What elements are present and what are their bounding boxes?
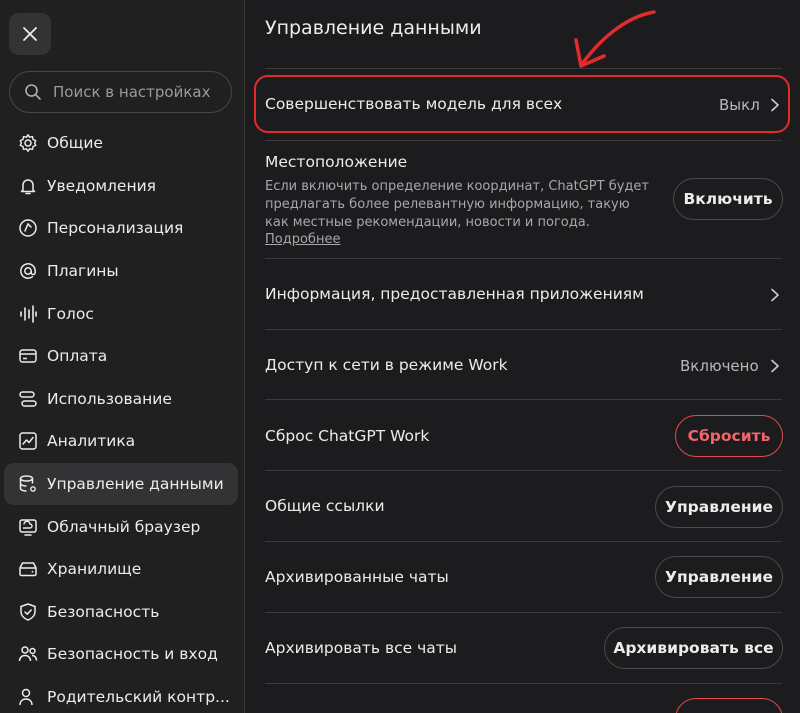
- reset-work-label: Сброс ChatGPT Work: [265, 427, 430, 445]
- learn-more-link[interactable]: Подробнее: [265, 232, 340, 247]
- sidebar-item-security-login[interactable]: Безопасность и вход: [4, 633, 238, 676]
- close-button[interactable]: [9, 13, 51, 55]
- settings-nav: Общие Уведомления Персонализация Плагины…: [4, 122, 238, 713]
- next-row-danger-button[interactable]: [675, 698, 783, 713]
- gear-icon: [18, 133, 38, 153]
- search-icon: [25, 84, 41, 100]
- usage-icon: [18, 389, 38, 409]
- sidebar-item-cloud-browser[interactable]: Облачный браузер: [4, 505, 238, 548]
- highlight-annotation: [254, 75, 790, 133]
- personalization-icon: [18, 218, 38, 238]
- app-info-label: Информация, предоставленная приложениям: [265, 285, 644, 303]
- shared-links-label: Общие ссылки: [265, 497, 385, 515]
- credit-card-icon: [18, 346, 38, 366]
- manage-shared-links-button[interactable]: Управление: [655, 486, 783, 528]
- voice-waveform-icon: [18, 304, 38, 324]
- sidebar-item-voice[interactable]: Голос: [4, 292, 238, 335]
- manage-archived-chats-button[interactable]: Управление: [655, 556, 783, 598]
- archived-chats-label: Архивированные чаты: [265, 568, 449, 586]
- cloud-browser-icon: [18, 517, 38, 537]
- sidebar-item-billing[interactable]: Оплата: [4, 335, 238, 378]
- annotation-arrow-icon: [574, 10, 656, 68]
- page-title: Управление данными: [265, 17, 482, 39]
- divider: [265, 683, 782, 684]
- divider: [265, 68, 782, 69]
- archive-all-button[interactable]: Архивировать все: [604, 627, 783, 669]
- sidebar-item-usage[interactable]: Использование: [4, 378, 238, 421]
- settings-sidebar: Поиск в настройках Общие Уведомления Пер…: [0, 0, 245, 713]
- divider: [265, 329, 782, 330]
- storage-icon: [18, 559, 38, 579]
- bell-icon: [18, 176, 38, 196]
- sidebar-item-analytics[interactable]: Аналитика: [4, 420, 238, 463]
- sidebar-item-notifications[interactable]: Уведомления: [4, 165, 238, 208]
- divider: [265, 470, 782, 471]
- archive-all-label: Архивировать все чаты: [265, 639, 457, 657]
- shield-icon: [18, 602, 38, 622]
- analytics-chart-icon: [18, 431, 38, 451]
- divider: [265, 140, 782, 141]
- sidebar-item-plugins[interactable]: Плагины: [4, 250, 238, 293]
- sidebar-item-storage[interactable]: Хранилище: [4, 548, 238, 591]
- divider: [265, 612, 782, 613]
- enable-location-button[interactable]: Включить: [673, 178, 783, 220]
- location-description: Если включить определение координат, Cha…: [265, 179, 649, 230]
- reset-button[interactable]: Сбросить: [675, 415, 783, 457]
- plugins-icon: [18, 261, 38, 281]
- close-icon: [23, 27, 37, 41]
- chevron-right-icon: [771, 288, 779, 302]
- search-placeholder: Поиск в настройках: [53, 83, 211, 101]
- sidebar-item-personalization[interactable]: Персонализация: [4, 207, 238, 250]
- sidebar-item-parental-controls[interactable]: Родительский контр...: [4, 676, 238, 713]
- network-access-label: Доступ к сети в режиме Work: [265, 356, 508, 374]
- divider: [265, 541, 782, 542]
- network-access-value: Включено: [680, 357, 759, 375]
- sidebar-item-security[interactable]: Безопасность: [4, 591, 238, 634]
- settings-search-input[interactable]: Поиск в настройках: [9, 71, 232, 113]
- chevron-right-icon: [771, 359, 779, 373]
- divider: [265, 399, 782, 400]
- sidebar-item-general[interactable]: Общие: [4, 122, 238, 165]
- parent-user-icon: [18, 687, 38, 707]
- sidebar-item-data-controls[interactable]: Управление данными: [4, 462, 238, 506]
- database-gear-icon: [18, 474, 38, 494]
- people-icon: [18, 644, 38, 664]
- location-label: Местоположение: [265, 153, 408, 171]
- divider: [265, 258, 782, 259]
